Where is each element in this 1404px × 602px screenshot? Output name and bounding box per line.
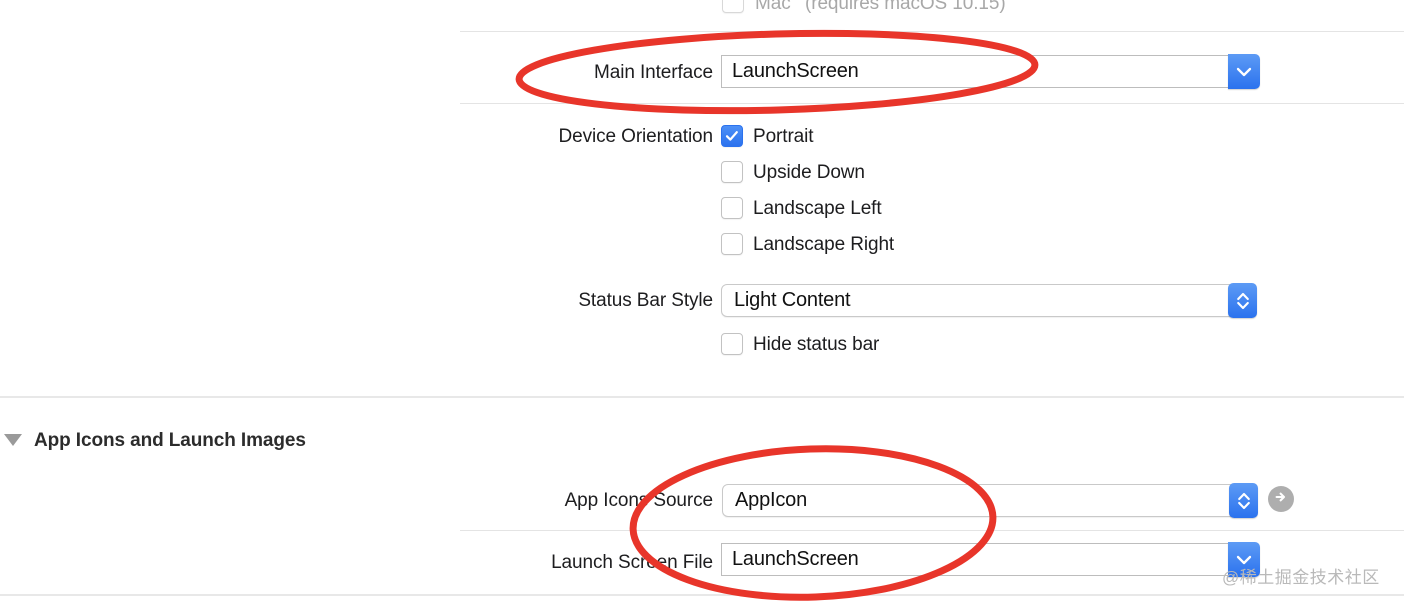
divider-bottom: [0, 594, 1404, 596]
chevron-down-icon: [1236, 67, 1252, 77]
divider-section-app-icons: [0, 396, 1404, 398]
main-interface-label: Main Interface: [594, 62, 713, 83]
orientation-checkbox-landscape-right[interactable]: [721, 233, 743, 255]
orientation-checkbox-landscape-left[interactable]: [721, 197, 743, 219]
mac-platform-hint: (requires macOS 10.15): [805, 0, 1006, 14]
launch-screen-file-field[interactable]: LaunchScreen: [721, 543, 1228, 576]
divider-main-interface: [460, 103, 1404, 104]
arrow-right-circle-icon: [1273, 489, 1289, 510]
divider-deployment: [460, 31, 1404, 32]
chevron-up-down-icon: [1235, 290, 1251, 312]
orientation-label-upside-down: Upside Down: [753, 162, 865, 183]
orientation-label-landscape-right: Landscape Right: [753, 234, 895, 255]
status-bar-style-label: Status Bar Style: [578, 290, 713, 311]
device-orientation-label: Device Orientation: [558, 126, 714, 147]
hide-status-bar-label: Hide status bar: [753, 334, 880, 355]
hide-status-bar-checkbox[interactable]: [721, 333, 743, 355]
divider-app-icons-source: [460, 530, 1404, 531]
orientation-checkbox-portrait[interactable]: [721, 125, 743, 147]
status-bar-style-stepper-button[interactable]: [1228, 283, 1257, 318]
watermark: @稀土掘金技术社区: [1222, 568, 1380, 587]
mac-platform-label: Mac: [755, 0, 791, 14]
main-interface-field[interactable]: LaunchScreen: [721, 55, 1228, 88]
orientation-label-landscape-left: Landscape Left: [753, 198, 882, 219]
main-interface-dropdown-button[interactable]: [1228, 54, 1260, 89]
app-icons-source-stepper-button[interactable]: [1229, 483, 1258, 518]
mac-platform-checkbox[interactable]: [722, 0, 744, 13]
orientation-label-portrait: Portrait: [753, 126, 814, 147]
inspector-panel: Mac (requires macOS 10.15) Main Interfac…: [0, 0, 1404, 602]
annotation-ellipse-launch-screen: [629, 445, 997, 601]
checkmark-icon: [722, 129, 742, 143]
chevron-up-down-icon: [1236, 490, 1252, 512]
launch-screen-file-label: Launch Screen File: [551, 552, 713, 573]
app-icons-source-popup[interactable]: AppIcon: [722, 484, 1257, 517]
orientation-checkbox-upside-down[interactable]: [721, 161, 743, 183]
app-icons-source-label: App Icons Source: [564, 490, 713, 511]
triangle-down-icon[interactable]: [4, 434, 22, 446]
app-icons-section-title: App Icons and Launch Images: [34, 430, 306, 451]
app-icons-source-goto-button[interactable]: [1268, 486, 1294, 512]
status-bar-style-popup[interactable]: Light Content: [721, 284, 1257, 317]
